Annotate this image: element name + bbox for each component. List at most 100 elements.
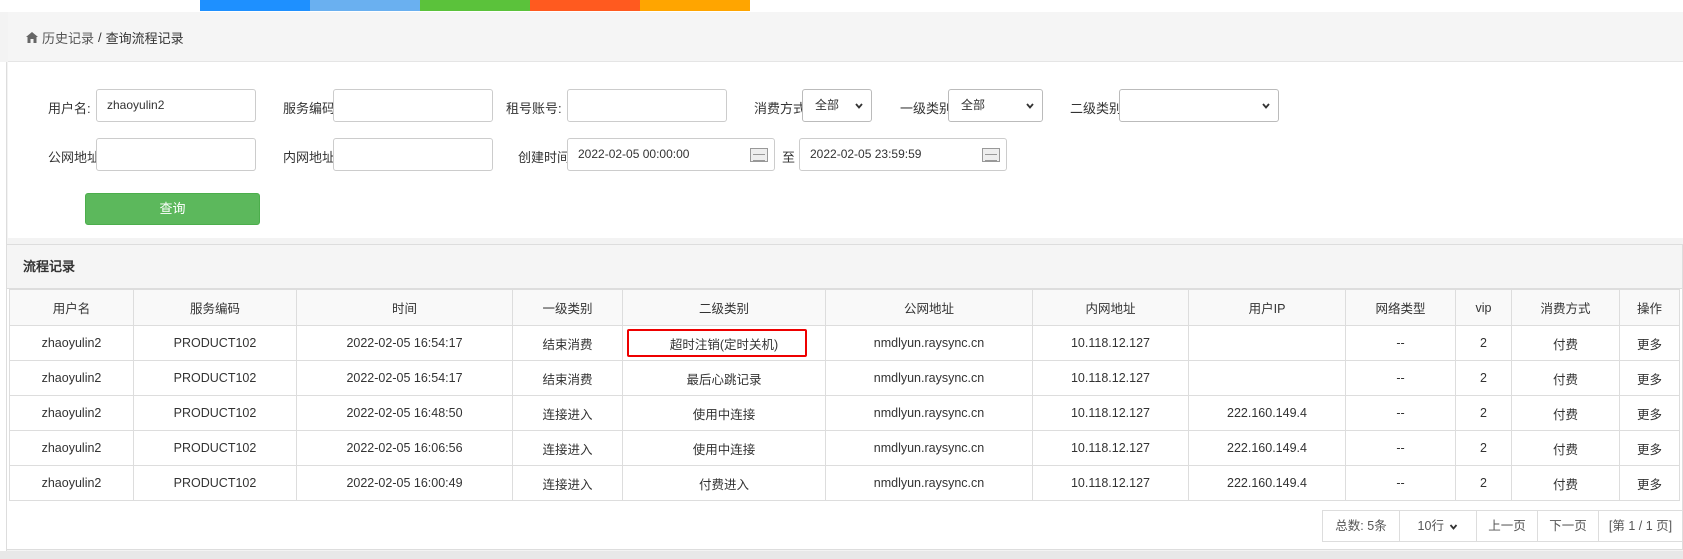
cell-time: 2022-02-05 16:54:17: [296, 325, 513, 361]
cell-network-type: --: [1345, 430, 1456, 466]
top-tab-2[interactable]: [310, 0, 420, 11]
cell-private-ip: 10.118.12.127: [1032, 360, 1189, 396]
cell-vip: 2: [1455, 325, 1512, 361]
calendar-icon[interactable]: [982, 148, 1000, 162]
page-info: [第 1 / 1 页]: [1598, 510, 1683, 542]
breadcrumb: 历史记录 / 查询流程记录: [26, 28, 184, 47]
to-label: 至: [782, 150, 796, 165]
table-header-row: 用户名 服务编码 时间 一级类别 二级类别 公网地址 内网地址 用户IP 网络类…: [9, 289, 1680, 326]
col-level2: 二级类别: [622, 289, 826, 326]
created-from-input[interactable]: 2022-02-05 00:00:00: [567, 138, 775, 171]
cell-private-ip: 10.118.12.127: [1032, 465, 1189, 501]
cell-public-ip: nmdlyun.raysync.cn: [825, 430, 1033, 466]
rent-account-input[interactable]: [567, 89, 727, 122]
breadcrumb-current: 查询流程记录: [105, 31, 184, 46]
cell-username: zhaoyulin2: [9, 360, 134, 396]
more-link[interactable]: 更多: [1619, 395, 1680, 431]
top-tab-5[interactable]: [640, 0, 750, 11]
level2-select[interactable]: [1119, 89, 1279, 122]
chevron-down-icon: [1262, 103, 1270, 109]
private-ip-input[interactable]: [333, 138, 493, 171]
cell-level1: 结束消费: [512, 325, 623, 361]
level1-select[interactable]: 全部: [948, 89, 1043, 122]
cell-service-code: PRODUCT102: [133, 395, 297, 431]
cell-username: zhaoyulin2: [9, 465, 134, 501]
page-size-value: 10行: [1417, 519, 1444, 533]
records-panel: 流程记录 用户名 服务编码 时间 一级类别 二级类别 公网地址 内网地址 用户I…: [6, 244, 1683, 550]
cell-level2: 最后心跳记录: [622, 360, 826, 396]
more-link[interactable]: 更多: [1619, 465, 1680, 501]
service-code-label: 服务编码: [283, 101, 336, 116]
col-user-ip: 用户IP: [1188, 289, 1346, 326]
level1-label: 一级类别: [900, 101, 953, 116]
created-from-value: 2022-02-05 00:00:00: [578, 147, 690, 161]
next-page-button[interactable]: 下一页: [1537, 510, 1599, 542]
chevron-down-icon: [1026, 103, 1034, 109]
created-to-input[interactable]: 2022-02-05 23:59:59: [799, 138, 1007, 171]
table-row: zhaoyulin2 PRODUCT102 2022-02-05 16:48:5…: [9, 395, 1680, 431]
cell-time: 2022-02-05 16:54:17: [296, 360, 513, 396]
cell-level1: 连接进入: [512, 465, 623, 501]
cell-service-code: PRODUCT102: [133, 360, 297, 396]
cell-network-type: --: [1345, 395, 1456, 431]
prev-page-button[interactable]: 上一页: [1476, 510, 1538, 542]
cell-level1: 连接进入: [512, 430, 623, 466]
top-tab-3[interactable]: [420, 0, 530, 11]
col-public-ip: 公网地址: [825, 289, 1033, 326]
col-time: 时间: [296, 289, 513, 326]
col-action: 操作: [1619, 289, 1680, 326]
breadcrumb-parent[interactable]: 历史记录: [42, 28, 94, 47]
consume-mode-value: 全部: [815, 98, 840, 112]
table-row: zhaoyulin2 PRODUCT102 2022-02-05 16:54:1…: [9, 360, 1680, 396]
col-network-type: 网络类型: [1345, 289, 1456, 326]
created-to-value: 2022-02-05 23:59:59: [810, 147, 922, 161]
cell-service-code: PRODUCT102: [133, 430, 297, 466]
query-button[interactable]: 查询: [85, 193, 260, 225]
chevron-down-icon: [855, 103, 863, 109]
col-vip: vip: [1455, 289, 1512, 326]
level1-value: 全部: [961, 98, 986, 112]
cell-vip: 2: [1455, 430, 1512, 466]
top-tab-4[interactable]: [530, 0, 640, 11]
cell-vip: 2: [1455, 360, 1512, 396]
col-consume-mode: 消费方式: [1511, 289, 1620, 326]
public-ip-input[interactable]: [96, 138, 256, 171]
cell-level2: 使用中连接: [622, 430, 826, 466]
pager-total: 总数: 5条: [1322, 510, 1400, 542]
cell-public-ip: nmdlyun.raysync.cn: [825, 465, 1033, 501]
cell-private-ip: 10.118.12.127: [1032, 430, 1189, 466]
cell-consume-mode: 付费: [1511, 465, 1620, 501]
cell-service-code: PRODUCT102: [133, 325, 297, 361]
cell-user-ip: 222.160.149.4: [1188, 430, 1346, 466]
cell-user-ip: 222.160.149.4: [1188, 395, 1346, 431]
cell-public-ip: nmdlyun.raysync.cn: [825, 360, 1033, 396]
cell-level1: 结束消费: [512, 360, 623, 396]
page-size-select[interactable]: 10行: [1399, 510, 1477, 542]
rent-account-label: 租号账号:: [506, 101, 562, 116]
col-private-ip: 内网地址: [1032, 289, 1189, 326]
more-link[interactable]: 更多: [1619, 325, 1680, 361]
cell-service-code: PRODUCT102: [133, 465, 297, 501]
cell-time: 2022-02-05 16:06:56: [296, 430, 513, 466]
cell-network-type: --: [1345, 465, 1456, 501]
calendar-icon[interactable]: [750, 148, 768, 162]
cell-consume-mode: 付费: [1511, 325, 1620, 361]
cell-level2: 使用中连接: [622, 395, 826, 431]
cell-time: 2022-02-05 16:00:49: [296, 465, 513, 501]
level2-label: 二级类别: [1070, 101, 1123, 116]
service-code-input[interactable]: [333, 89, 493, 122]
cell-public-ip: nmdlyun.raysync.cn: [825, 395, 1033, 431]
highlight-box: [627, 329, 807, 357]
more-link[interactable]: 更多: [1619, 360, 1680, 396]
col-level1: 一级类别: [512, 289, 623, 326]
cell-vip: 2: [1455, 395, 1512, 431]
consume-mode-label: 消费方式: [754, 101, 807, 116]
more-link[interactable]: 更多: [1619, 430, 1680, 466]
consume-mode-select[interactable]: 全部: [802, 89, 872, 122]
username-label: 用户名:: [48, 101, 91, 116]
cell-network-type: --: [1345, 360, 1456, 396]
top-tab-1[interactable]: [200, 0, 310, 11]
username-input[interactable]: zhaoyulin2: [96, 89, 256, 122]
cell-consume-mode: 付费: [1511, 360, 1620, 396]
cell-vip: 2: [1455, 465, 1512, 501]
